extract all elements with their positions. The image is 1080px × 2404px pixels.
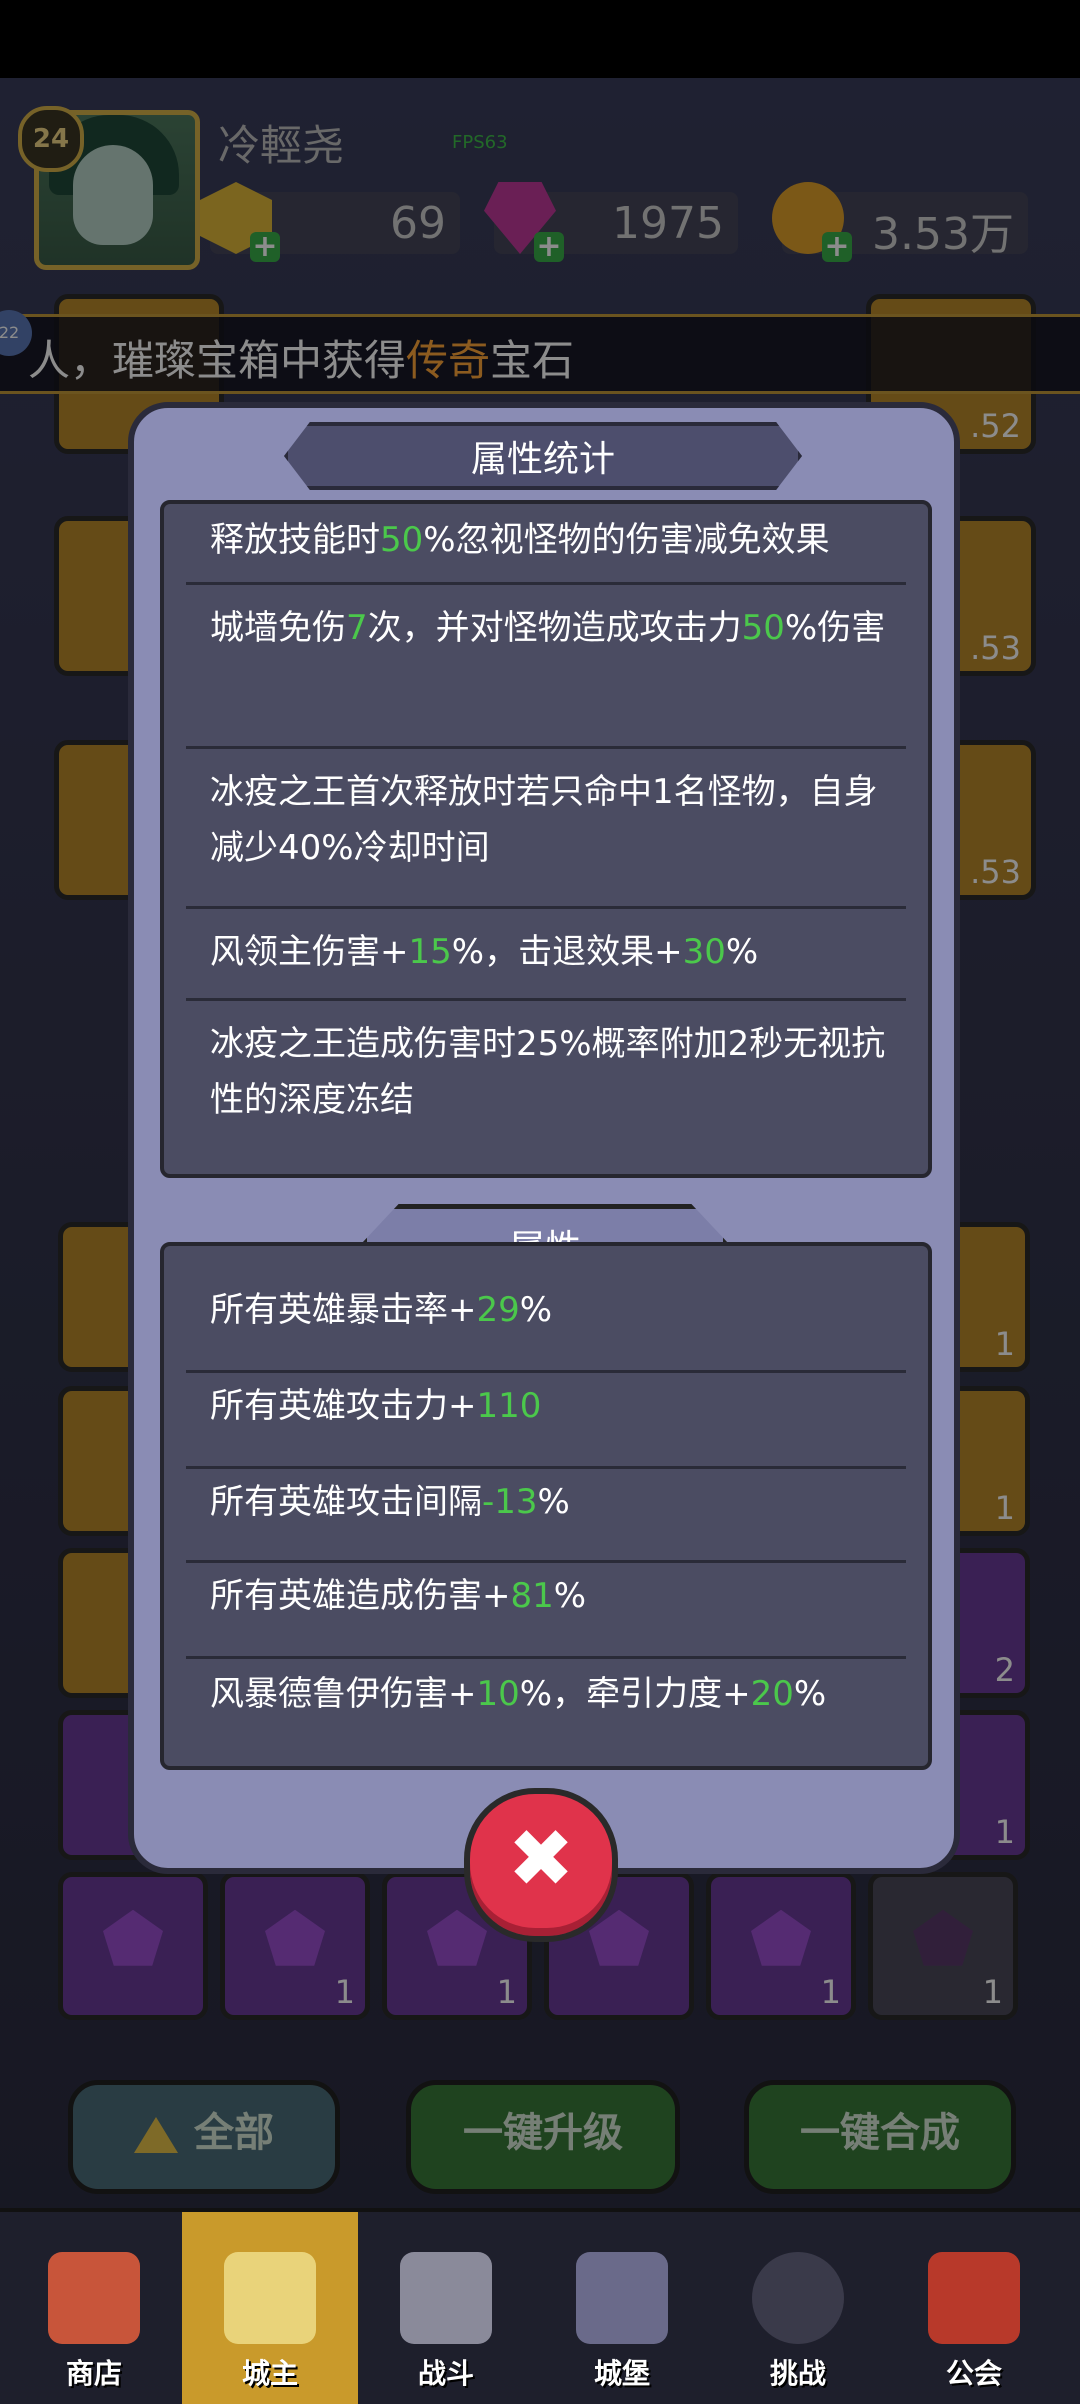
divider [186, 1560, 906, 1563]
status-bar [0, 0, 1080, 78]
stat-text: 冰疫之王造成伤害时25%概率附加2秒无视抗性的深度冻结 [210, 1024, 886, 1120]
stat-text: % [725, 932, 759, 972]
nav-challenge[interactable]: 挑战 [710, 2212, 886, 2404]
divider [186, 1656, 906, 1659]
stat-text: %忽视怪物的伤害减免效果 [423, 520, 830, 560]
castle-icon [576, 2252, 668, 2344]
attr-value: 20 [750, 1674, 794, 1714]
stat-text: %伤害 [784, 608, 886, 648]
stat-line: 冰疫之王造成伤害时25%概率附加2秒无视抗性的深度冻结 [210, 1016, 902, 1128]
attr-value: 29 [476, 1290, 520, 1330]
special-effects-panel[interactable]: 释放技能时50%忽视怪物的伤害减免效果 城墙免伤7次，并对怪物造成攻击力50%伤… [160, 500, 932, 1178]
attr-text: % [537, 1482, 570, 1522]
nav-label: 城主 [241, 2357, 298, 2390]
close-button[interactable]: ✖ [464, 1788, 618, 1942]
attr-text: 所有英雄攻击力+ [210, 1386, 477, 1426]
modal-title-bar: 属性统计 [284, 422, 802, 490]
attr-value: 10 [476, 1674, 520, 1714]
stat-value: 7 [346, 608, 368, 648]
divider [186, 998, 906, 1001]
stat-value: 50 [741, 608, 785, 648]
stat-text: %，击退效果+ [451, 932, 683, 972]
stat-line: 释放技能时50%忽视怪物的伤害减免效果 [210, 512, 902, 568]
divider [186, 746, 906, 749]
stat-value: 15 [408, 932, 452, 972]
attribute-line: 所有英雄造成伤害+81% [210, 1568, 902, 1624]
stat-text: 城墙免伤 [210, 608, 346, 648]
attributes-panel[interactable]: 所有英雄暴击率+29% 所有英雄攻击力+110 所有英雄攻击间隔-13% 所有英… [160, 1242, 932, 1770]
stat-text: 冰疫之王首次释放时若只命中1名怪物，自身减少40%冷却时间 [210, 772, 878, 868]
attr-value: -13 [482, 1482, 538, 1522]
attribute-stats-modal: 属性统计 释放技能时50%忽视怪物的伤害减免效果 城墙免伤7次，并对怪物造成攻击… [128, 402, 960, 1874]
attr-text: % [793, 1674, 827, 1714]
stat-text: 释放技能时 [210, 520, 380, 560]
divider [186, 1466, 906, 1469]
attr-text: 所有英雄暴击率+ [210, 1290, 477, 1330]
stat-line: 冰疫之王首次释放时若只命中1名怪物，自身减少40%冷却时间 [210, 764, 902, 876]
divider [186, 906, 906, 909]
nav-lord[interactable]: 城主 [182, 2212, 358, 2404]
divider [186, 582, 906, 585]
attribute-line: 风暴德鲁伊伤害+10%，牵引力度+20% [210, 1666, 902, 1722]
nav-label: 商店 [65, 2357, 122, 2390]
attribute-line: 所有英雄攻击力+110 [210, 1378, 902, 1434]
attribute-line: 所有英雄攻击间隔-13% [210, 1474, 902, 1530]
attr-text: 所有英雄攻击间隔 [210, 1482, 482, 1522]
demon-mask-icon [752, 2252, 844, 2344]
close-icon: ✖ [507, 1812, 575, 1905]
attr-value: 110 [476, 1386, 542, 1426]
stat-value: 30 [682, 932, 726, 972]
guild-banner-icon [928, 2252, 1020, 2344]
attr-text: % [553, 1576, 587, 1616]
attr-text: %，牵引力度+ [519, 1674, 751, 1714]
nav-battle[interactable]: 战斗 [358, 2212, 534, 2404]
nav-label: 战斗 [417, 2357, 474, 2390]
divider [186, 1370, 906, 1373]
stat-text: 风领主伤害+ [210, 932, 409, 972]
nav-label: 公会 [945, 2357, 1002, 2390]
nav-label: 挑战 [769, 2357, 826, 2390]
nav-guild[interactable]: 公会 [886, 2212, 1062, 2404]
attr-text: 所有英雄造成伤害+ [210, 1576, 511, 1616]
nav-shop[interactable]: 商店 [6, 2212, 182, 2404]
stat-value: 50 [380, 520, 424, 560]
attribute-line: 所有英雄暴击率+29% [210, 1282, 902, 1338]
crown-icon [224, 2252, 316, 2344]
modal-title: 属性统计 [470, 439, 615, 480]
stat-text: 次，并对怪物造成攻击力 [367, 608, 742, 648]
attr-text: % [519, 1290, 553, 1330]
nav-label: 城堡 [593, 2357, 650, 2390]
attr-text: 风暴德鲁伊伤害+ [210, 1674, 477, 1714]
nav-castle[interactable]: 城堡 [534, 2212, 710, 2404]
bottom-nav: 商店 城主 战斗 城堡 挑战 公会 [0, 2208, 1080, 2404]
attr-value: 81 [510, 1576, 554, 1616]
stat-line: 风领主伤害+15%，击退效果+30% [210, 924, 902, 980]
shop-icon [48, 2252, 140, 2344]
crossed-swords-icon [400, 2252, 492, 2344]
stat-line: 城墙免伤7次，并对怪物造成攻击力50%伤害 [210, 600, 902, 656]
